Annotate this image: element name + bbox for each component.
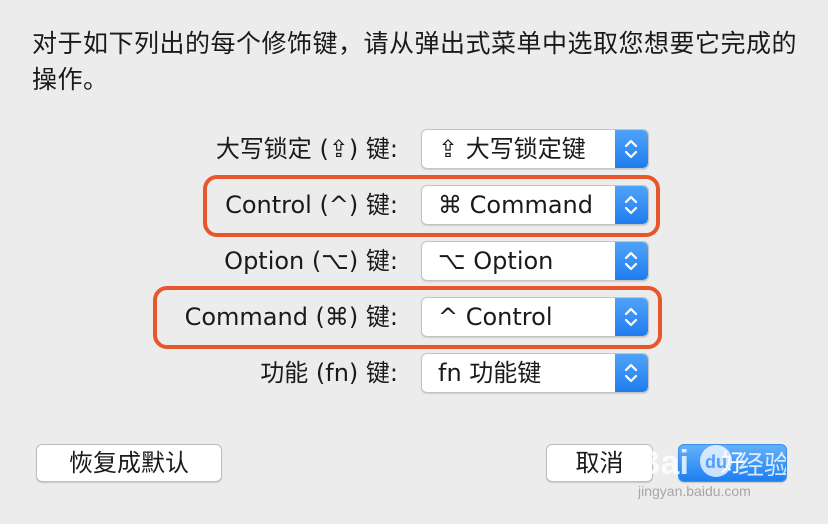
fn-key-label: 功能 (fn) 键: xyxy=(260,359,398,387)
instructions-text: 对于如下列出的每个修饰键，请从弹出式菜单中选取您想要它完成的操作。 xyxy=(32,29,798,94)
option-popup-value: ⌥ Option xyxy=(438,247,554,275)
cancel-button[interactable]: 取消 xyxy=(546,444,653,482)
command-row-highlight xyxy=(153,286,662,349)
up-down-chevron-icon xyxy=(615,354,648,392)
option-popup[interactable]: ⌥ Option xyxy=(421,241,649,281)
up-down-chevron-icon xyxy=(615,242,648,280)
option-key-label: Option (⌥) 键: xyxy=(224,247,398,275)
ok-button[interactable]: 好 xyxy=(678,444,787,482)
fn-popup-value: fn 功能键 xyxy=(438,359,542,387)
caps-lock-popup[interactable]: ⇪ 大写锁定键 xyxy=(421,129,649,169)
control-row-highlight xyxy=(203,175,660,237)
modifier-row-caps-lock: 大写锁定 (⇪) 键: ⇪ 大写锁定键 xyxy=(0,129,828,169)
modifier-row-option: Option (⌥) 键: ⌥ Option xyxy=(0,241,828,281)
svg-text:jingyan.baidu.com: jingyan.baidu.com xyxy=(637,483,751,499)
caps-lock-popup-value: ⇪ 大写锁定键 xyxy=(438,135,586,163)
up-down-chevron-icon xyxy=(615,130,648,168)
caps-lock-key-label: 大写锁定 (⇪) 键: xyxy=(215,135,398,163)
restore-defaults-button[interactable]: 恢复成默认 xyxy=(36,444,222,482)
fn-popup[interactable]: fn 功能键 xyxy=(421,353,649,393)
modifier-row-fn: 功能 (fn) 键: fn 功能键 xyxy=(0,353,828,393)
